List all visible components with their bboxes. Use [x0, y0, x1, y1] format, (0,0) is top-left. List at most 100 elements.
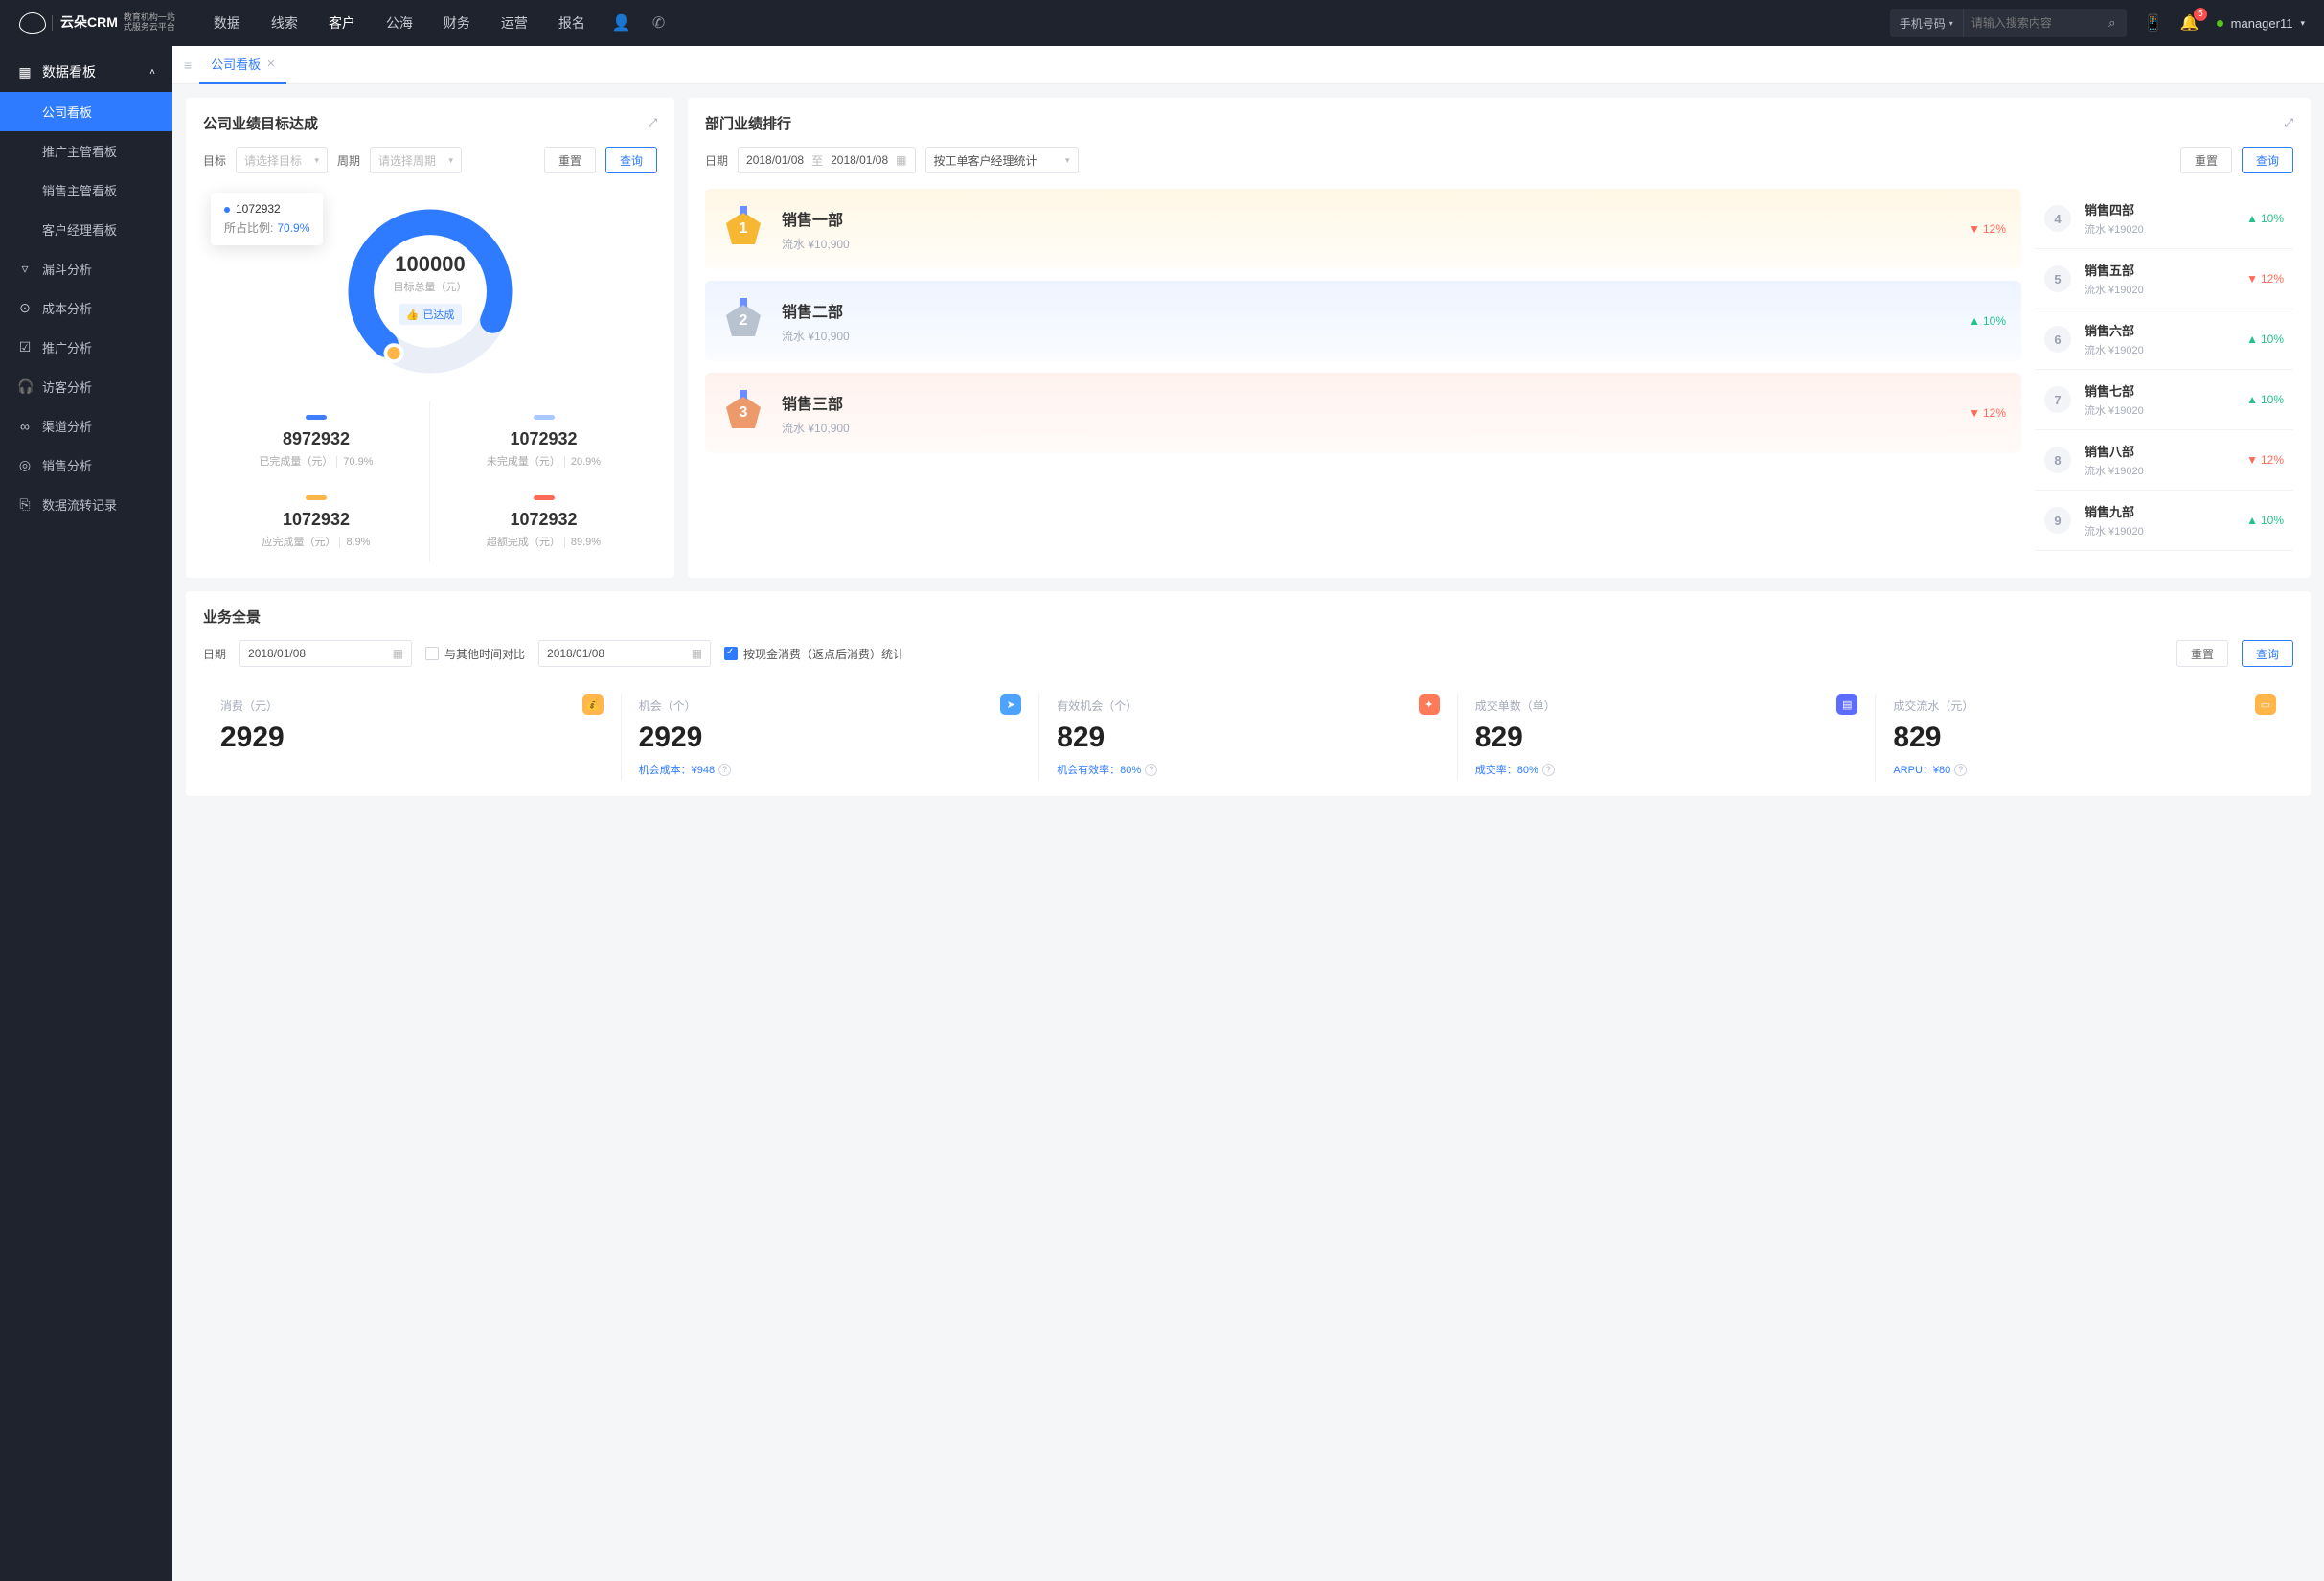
- checkbox-icon: [425, 647, 439, 660]
- topnav-item[interactable]: 客户: [329, 13, 355, 33]
- query-button[interactable]: 查询: [2242, 147, 2293, 173]
- chevron-up-icon: ˄: [149, 67, 155, 78]
- trend-indicator: ▲ 10%: [2246, 212, 2284, 225]
- search-type-select[interactable]: 手机号码 ▾: [1890, 9, 1964, 37]
- metric-item: 1072932未完成量（元）20.9%: [430, 401, 657, 482]
- metric-item: 1072932应完成量（元）8.9%: [203, 482, 430, 562]
- sidebar-item[interactable]: ☑推广分析: [0, 328, 172, 367]
- sidebar-item[interactable]: ▿漏斗分析: [0, 249, 172, 288]
- sidebar-sub-item[interactable]: 客户经理看板: [0, 210, 172, 249]
- close-icon[interactable]: ✕: [266, 57, 275, 70]
- stat-item: 消费（元）💰2929: [203, 694, 622, 781]
- date-input-1[interactable]: 2018/01/08▦: [239, 640, 412, 667]
- calendar-icon: ▦: [896, 153, 906, 167]
- help-icon[interactable]: ?: [718, 764, 731, 776]
- brand-name: 云朵CRM: [52, 15, 118, 30]
- date-range-picker[interactable]: 2018/01/08 至 2018/01/08 ▦: [738, 147, 915, 173]
- sidebar-item[interactable]: ⊙成本分析: [0, 288, 172, 328]
- sidebar-sub-item[interactable]: 公司看板: [0, 92, 172, 131]
- status-dot-icon: [2217, 20, 2223, 27]
- thumbs-up-icon: 👍: [406, 309, 420, 321]
- checkbox-compare[interactable]: 与其他时间对比: [425, 646, 525, 662]
- medal-icon: 3: [720, 390, 766, 436]
- trend-indicator: ▼ 12%: [2246, 453, 2284, 467]
- help-icon[interactable]: ?: [1954, 764, 1967, 776]
- topnav-item[interactable]: 报名: [558, 13, 585, 33]
- topnav-item[interactable]: 公海: [386, 13, 413, 33]
- rank-top3: 1销售一部流水 ¥10,900▼12%2销售二部流水 ¥10,900▲10%3销…: [705, 189, 2021, 551]
- stat-item: 机会（个）➤2929机会成本：¥948 ?: [622, 694, 1040, 781]
- query-button[interactable]: 查询: [605, 147, 657, 173]
- expand-icon[interactable]: ⤢: [2284, 116, 2293, 130]
- rank-number: 8: [2044, 447, 2071, 473]
- sidebar-item[interactable]: ∞渠道分析: [0, 406, 172, 446]
- sidebar-item-icon: ▿: [17, 261, 33, 277]
- sidebar-item-icon: ⎘: [17, 496, 33, 513]
- user-icon[interactable]: 👤: [612, 13, 631, 33]
- rank-number: 9: [2044, 507, 2071, 534]
- target-filters: 目标 请选择目标▾ 周期 请选择周期▾ 重置 查询: [203, 147, 657, 173]
- reset-button[interactable]: 重置: [2176, 640, 2228, 667]
- donut-center: 100000 目标总量（元） 👍已达成: [394, 252, 467, 325]
- search-icon[interactable]: ⌕: [2098, 15, 2127, 31]
- sidebar-item[interactable]: ◎销售分析: [0, 446, 172, 485]
- mobile-icon[interactable]: 📱: [2144, 13, 2163, 33]
- bell-icon[interactable]: 🔔5: [2180, 13, 2199, 33]
- date-input-2[interactable]: 2018/01/08▦: [538, 640, 711, 667]
- arrow-up-icon: ▲: [2246, 212, 2258, 225]
- topnav-item[interactable]: 运营: [501, 13, 528, 33]
- trend-indicator: ▼12%: [1969, 406, 2006, 420]
- rank-top-card: 1销售一部流水 ¥10,900▼12%: [705, 189, 2021, 269]
- expand-icon[interactable]: ⤢: [648, 116, 657, 130]
- sidebar-group-dashboard[interactable]: ▦ 数据看板 ˄: [0, 52, 172, 92]
- sidebar-item-icon: ◎: [17, 457, 33, 473]
- help-icon[interactable]: ?: [1145, 764, 1157, 776]
- stat-icon: ▭: [2255, 694, 2276, 715]
- topnav-item[interactable]: 线索: [271, 13, 298, 33]
- chart-tooltip: 1072932 所占比例:70.9%: [211, 193, 323, 245]
- arrow-down-icon: ▼: [2246, 272, 2258, 286]
- checkbox-cash[interactable]: 按现金消费（返点后消费）统计: [724, 646, 904, 662]
- chevron-down-icon: ▾: [1949, 19, 1953, 28]
- sidebar-item-icon: 🎧: [17, 378, 33, 395]
- arrow-down-icon: ▼: [1969, 222, 1980, 236]
- select-period[interactable]: 请选择周期▾: [370, 147, 462, 173]
- sidebar-items: ▿漏斗分析⊙成本分析☑推广分析🎧访客分析∞渠道分析◎销售分析⎘数据流转记录: [0, 249, 172, 524]
- rank-rest: 4销售四部流水 ¥19020▲ 10%5销售五部流水 ¥19020▼ 12%6销…: [2035, 189, 2293, 551]
- rank-number: 6: [2044, 326, 2071, 353]
- arrow-up-icon: ▲: [2246, 332, 2258, 346]
- rank-row: 9销售九部流水 ¥19020▲ 10%: [2035, 491, 2293, 551]
- reset-button[interactable]: 重置: [544, 147, 596, 173]
- search-input[interactable]: [1964, 16, 2098, 30]
- select-target[interactable]: 请选择目标▾: [236, 147, 328, 173]
- query-button[interactable]: 查询: [2242, 640, 2293, 667]
- stat-icon: ▤: [1836, 694, 1857, 715]
- select-stat-mode[interactable]: 按工单客户经理统计▾: [925, 147, 1079, 173]
- medal-icon: 1: [720, 206, 766, 252]
- status-tag: 👍已达成: [399, 304, 463, 325]
- sidebar-item[interactable]: 🎧访客分析: [0, 367, 172, 406]
- reset-button[interactable]: 重置: [2180, 147, 2232, 173]
- sidebar-item[interactable]: ⎘数据流转记录: [0, 485, 172, 524]
- rank-row: 4销售四部流水 ¥19020▲ 10%: [2035, 189, 2293, 249]
- user-menu[interactable]: manager11 ▾: [2217, 16, 2305, 31]
- calendar-icon: ▦: [393, 647, 403, 660]
- tab-company-board[interactable]: 公司看板 ✕: [199, 46, 286, 84]
- phone-icon[interactable]: ✆: [652, 13, 665, 33]
- rank-top-card: 2销售二部流水 ¥10,900▲10%: [705, 281, 2021, 361]
- cloud-icon: [19, 12, 46, 34]
- trend-indicator: ▲ 10%: [2246, 514, 2284, 527]
- tabbar: ≡ 公司看板 ✕: [172, 46, 2324, 84]
- panorama-filters: 日期 2018/01/08▦ 与其他时间对比 2018/01/08▦ 按现金消费…: [203, 640, 2293, 667]
- sidebar-sub-item[interactable]: 推广主管看板: [0, 131, 172, 171]
- chevron-down-icon: ▾: [2300, 18, 2305, 29]
- topnav-item[interactable]: 财务: [444, 13, 470, 33]
- help-icon[interactable]: ?: [1542, 764, 1555, 776]
- menu-collapse-icon[interactable]: ≡: [184, 57, 192, 73]
- chevron-down-icon: ▾: [1065, 155, 1070, 166]
- trend-indicator: ▲10%: [1969, 314, 2006, 328]
- sidebar-sub-item[interactable]: 销售主管看板: [0, 171, 172, 210]
- sidebar-subs: 公司看板推广主管看板销售主管看板客户经理看板: [0, 92, 172, 249]
- topnav-item[interactable]: 数据: [214, 13, 240, 33]
- rank-row: 8销售八部流水 ¥19020▼ 12%: [2035, 430, 2293, 491]
